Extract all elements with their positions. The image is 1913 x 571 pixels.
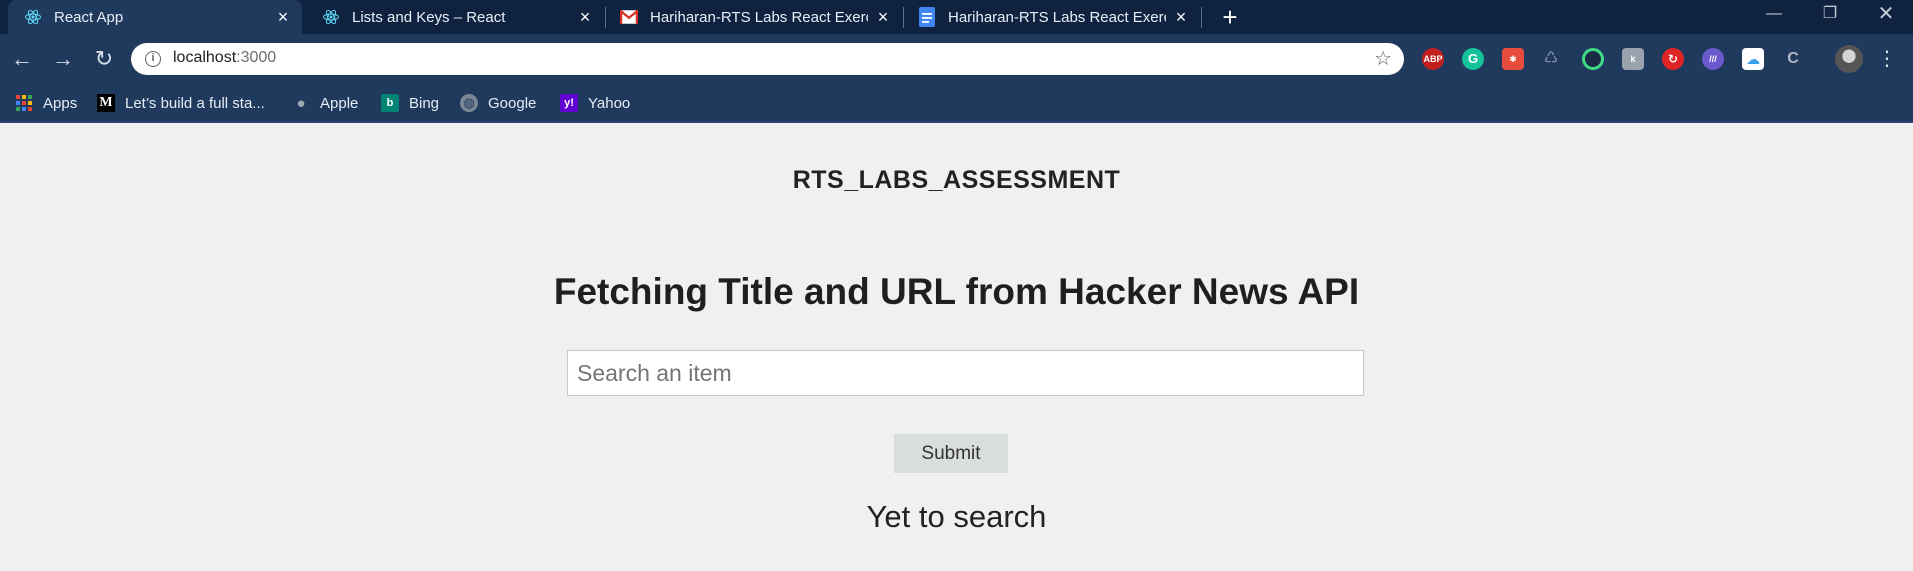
react-icon [24,8,42,26]
new-tab-plus-icon[interactable]: + [1216,3,1244,31]
extension-icon[interactable] [1582,48,1604,70]
tab-separator [1201,7,1202,28]
bookmark-label: Apple [320,94,359,112]
extension-icon[interactable]: ✱ [1502,48,1524,70]
adblock-plus-icon[interactable]: ABP [1422,48,1444,70]
close-tab-icon[interactable]: × [1172,8,1190,26]
tab-react-app[interactable]: React App × [8,0,302,34]
apple-icon: ● [296,94,306,112]
window-close-icon[interactable]: ✕ [1864,0,1908,30]
react-icon [322,8,340,26]
bookmark-label: Google [488,94,537,112]
bookmark-label: Bing [409,94,440,112]
yahoo-icon: y! [560,94,578,112]
tab-lists-and-keys[interactable]: Lists and Keys – React × [306,0,604,34]
google-docs-icon [918,7,936,27]
search-input[interactable] [567,350,1364,396]
bookmark-yahoo[interactable]: y! Yahoo [560,93,630,113]
close-tab-icon[interactable]: × [874,8,892,26]
close-tab-icon[interactable]: × [274,8,292,26]
bookmark-apple[interactable]: ● Apple [292,93,358,113]
browser-menu-icon[interactable]: ⋮ [1877,45,1897,73]
submit-button[interactable]: Submit [894,434,1008,473]
tab-strip: React App × Lists and Keys – React × Har… [0,0,1913,34]
minimize-icon[interactable]: — [1752,0,1796,30]
bookmark-star-icon[interactable]: ☆ [1374,46,1392,71]
url-port: :3000 [236,49,277,66]
bookmark-medium-article[interactable]: M Let’s build a full sta... [97,93,265,113]
grammarly-icon[interactable]: G [1462,48,1484,70]
site-info-icon[interactable]: i [145,51,161,67]
gmail-icon [620,8,638,26]
forward-arrow-icon[interactable]: → [49,45,77,73]
extension-icon[interactable]: ♺ [1540,48,1562,70]
apps-grid-icon [15,94,33,112]
bookmark-google[interactable]: ◍ Google [460,93,536,113]
reload-icon[interactable]: ↻ [90,45,118,73]
browser-toolbar: ← → ↻ i localhost:3000 ☆ ABP G ✱ ♺ k ↻ /… [0,34,1913,84]
bookmark-bing[interactable]: b Bing [381,93,439,113]
browser-chrome: React App × Lists and Keys – React × Har… [0,0,1913,123]
bookmark-label: Yahoo [588,94,631,112]
extension-icon[interactable]: /// [1702,48,1724,70]
tab-docs-exercise[interactable]: Hariharan-RTS Labs React Exercis × [902,0,1200,34]
tab-title: Hariharan-RTS Labs React Exercis [650,8,868,26]
cloud-icon[interactable]: ☁ [1742,48,1764,70]
extension-icon[interactable]: k [1622,48,1644,70]
page-content: RTS_LABS_ASSESSMENT Fetching Title and U… [0,123,1913,571]
app-brand: RTS_LABS_ASSESSMENT [792,166,1121,194]
bing-icon: b [381,94,399,112]
close-tab-icon[interactable]: × [576,8,594,26]
back-arrow-icon[interactable]: ← [8,45,36,73]
search-status-text: Yet to search [866,499,1047,534]
medium-icon: M [97,94,115,112]
url-text[interactable]: localhost:3000 [173,49,276,67]
tab-title: React App [54,8,124,26]
bookmarks-bar: Apps M Let’s build a full sta... ● Apple… [0,84,1913,121]
page-title: Fetching Title and URL from Hacker News … [553,271,1360,312]
globe-icon: ◍ [460,94,478,112]
tab-gmail-exercise[interactable]: Hariharan-RTS Labs React Exercis × [604,0,902,34]
bookmark-label: Apps [43,94,78,112]
bookmark-apps[interactable]: Apps [15,93,77,113]
address-bar[interactable]: i localhost:3000 ☆ [131,43,1404,75]
extension-icon[interactable]: C [1782,48,1804,70]
profile-avatar[interactable] [1835,45,1863,73]
url-host: localhost [173,49,237,66]
bookmark-label: Let’s build a full sta... [125,94,265,112]
extension-icon[interactable]: ↻ [1662,48,1684,70]
restore-icon[interactable]: ❐ [1808,0,1852,30]
tab-title: Lists and Keys – React [352,8,506,26]
tab-title: Hariharan-RTS Labs React Exercis [948,8,1166,26]
